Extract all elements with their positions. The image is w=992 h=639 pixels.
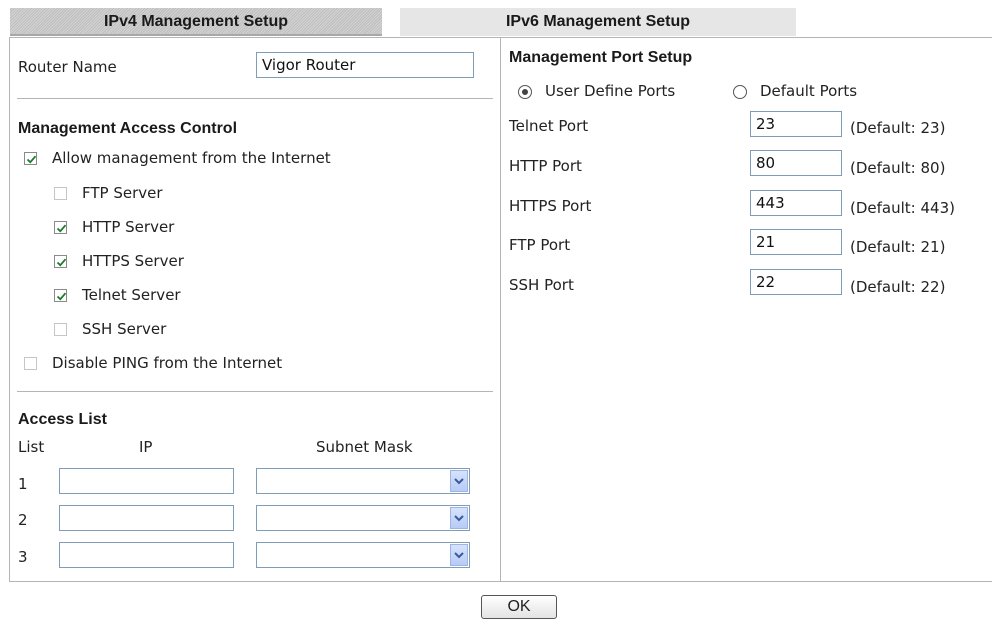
- access-list-row-number: 3: [18, 548, 28, 566]
- ssh-port-label: SSH Port: [509, 276, 574, 294]
- ftp-port-default: (Default: 21): [850, 238, 946, 256]
- https-port-input[interactable]: 443: [750, 190, 842, 216]
- ok-button[interactable]: OK: [481, 595, 557, 619]
- section-divider: [17, 98, 493, 99]
- radio-selected-dot: [522, 89, 528, 95]
- ssh-port-input[interactable]: 22: [750, 269, 842, 295]
- default-ports-radio[interactable]: [733, 85, 747, 99]
- https-server-checkbox[interactable]: [54, 255, 67, 268]
- column-divider: [500, 37, 501, 582]
- telnet-port-label: Telnet Port: [509, 117, 589, 135]
- default-ports-label: Default Ports: [760, 82, 858, 100]
- tab-ipv4-management-setup[interactable]: IPv4 Management Setup: [10, 8, 382, 36]
- user-define-ports-radio[interactable]: [518, 85, 532, 99]
- access-list-col-subnet-mask: Subnet Mask: [316, 438, 413, 456]
- ftp-server-label: FTP Server: [82, 184, 163, 202]
- access-list-col-ip: IP: [139, 438, 153, 456]
- https-port-default: (Default: 443): [850, 199, 955, 217]
- ssh-server-label: SSH Server: [82, 320, 167, 338]
- access-list-subnet-select[interactable]: [256, 542, 470, 568]
- access-list-col-list: List: [18, 438, 45, 456]
- chevron-down-icon[interactable]: [450, 470, 468, 492]
- access-list-row-number: 2: [18, 511, 28, 529]
- access-list-subnet-select[interactable]: [256, 468, 470, 494]
- section-divider: [17, 391, 493, 392]
- access-list-heading: Access List: [18, 411, 107, 428]
- allow-internet-label: Allow management from the Internet: [52, 149, 331, 167]
- telnet-server-label: Telnet Server: [82, 286, 181, 304]
- checkmark-icon: [26, 155, 37, 164]
- access-list-ip-input[interactable]: [59, 505, 234, 531]
- management-access-control-heading: Management Access Control: [18, 120, 238, 137]
- chevron-down-icon[interactable]: [450, 544, 468, 566]
- router-name-input[interactable]: Vigor Router: [256, 52, 474, 78]
- telnet-port-input[interactable]: 23: [750, 111, 842, 137]
- chevron-down-icon[interactable]: [450, 507, 468, 529]
- tab-ipv6-management-setup[interactable]: IPv6 Management Setup: [400, 8, 796, 36]
- checkmark-icon: [56, 258, 67, 267]
- ftp-port-input[interactable]: 21: [750, 229, 842, 255]
- http-server-label: HTTP Server: [82, 218, 175, 236]
- management-port-setup-heading: Management Port Setup: [509, 49, 693, 66]
- http-server-checkbox[interactable]: [54, 221, 67, 234]
- ssh-port-default: (Default: 22): [850, 278, 946, 296]
- user-define-ports-label: User Define Ports: [545, 82, 676, 100]
- access-list-subnet-select[interactable]: [256, 505, 470, 531]
- ftp-port-label: FTP Port: [509, 236, 571, 254]
- access-list-ip-input[interactable]: [59, 468, 234, 494]
- access-list-row-number: 1: [18, 475, 28, 493]
- telnet-port-default: (Default: 23): [850, 119, 946, 137]
- disable-ping-checkbox[interactable]: [24, 357, 37, 370]
- http-port-input[interactable]: 80: [750, 150, 842, 176]
- allow-internet-checkbox[interactable]: [24, 152, 37, 165]
- http-port-label: HTTP Port: [509, 157, 582, 175]
- ftp-server-checkbox[interactable]: [54, 187, 67, 200]
- router-name-label: Router Name: [18, 58, 117, 76]
- ssh-server-checkbox[interactable]: [54, 323, 67, 336]
- https-port-label: HTTPS Port: [509, 197, 592, 215]
- checkmark-icon: [56, 292, 67, 301]
- telnet-server-checkbox[interactable]: [54, 289, 67, 302]
- http-port-default: (Default: 80): [850, 159, 946, 177]
- https-server-label: HTTPS Server: [82, 252, 184, 270]
- disable-ping-label: Disable PING from the Internet: [52, 354, 283, 372]
- access-list-ip-input[interactable]: [59, 542, 234, 568]
- checkmark-icon: [56, 224, 67, 233]
